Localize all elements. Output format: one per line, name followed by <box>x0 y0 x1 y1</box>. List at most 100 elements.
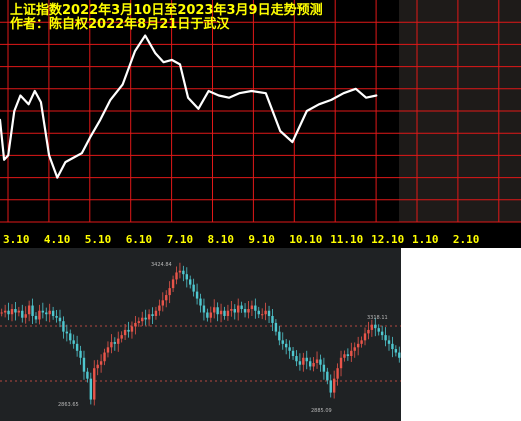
candle-body <box>189 279 192 285</box>
candle-body <box>195 291 199 299</box>
candle-body <box>79 350 82 358</box>
candle-body <box>130 326 134 332</box>
candle-body <box>93 368 96 400</box>
candle-body <box>223 310 226 316</box>
candle-body <box>165 295 168 301</box>
candle-body <box>226 310 230 316</box>
candle-body <box>99 361 103 365</box>
candle-body <box>350 350 353 357</box>
candle-body <box>329 380 332 393</box>
candle-body <box>123 329 127 336</box>
candle-body <box>260 314 264 316</box>
candle-body <box>55 315 58 318</box>
candle-body <box>38 310 41 320</box>
candle-body <box>141 317 144 322</box>
candle-body <box>72 340 75 344</box>
x-tick-label: 5.10 <box>85 233 112 246</box>
candle-body <box>332 378 336 393</box>
x-tick-label: 9.10 <box>248 233 275 246</box>
candle-body <box>326 371 329 381</box>
annotation-high: 3424.84 <box>151 262 172 268</box>
candle-body <box>110 342 113 348</box>
candle-body <box>199 298 202 306</box>
candle-body <box>175 272 178 280</box>
candle-body <box>291 350 295 357</box>
candle-body <box>343 354 346 358</box>
candle-body <box>151 314 154 316</box>
candle-body <box>346 354 350 357</box>
candle-body <box>295 356 298 362</box>
candle-body <box>209 312 212 318</box>
x-tick-label: 4.10 <box>44 233 71 246</box>
candle-body <box>312 362 315 367</box>
candle-body <box>356 343 360 348</box>
candle-body <box>243 309 247 313</box>
candle-body <box>377 328 380 332</box>
annotation-low-1: 2863.65 <box>58 402 79 408</box>
chart-title: 上证指数2022年3月10日至2023年3月9日走势预测 <box>10 2 323 18</box>
candle-body <box>267 310 271 316</box>
candle-body <box>322 364 326 372</box>
candle-body <box>219 310 223 315</box>
candle-body <box>0 312 3 314</box>
candle-body <box>75 343 79 351</box>
candle-body <box>31 305 34 316</box>
candle-body <box>319 359 322 365</box>
candle-body <box>168 288 171 296</box>
candle-body <box>120 335 123 339</box>
candle-body <box>230 309 233 311</box>
candle-body <box>213 307 216 313</box>
candle-body <box>398 352 401 358</box>
candle-body <box>281 340 284 344</box>
candle-body <box>7 310 10 315</box>
candle-body <box>51 310 55 316</box>
candle-body <box>202 305 206 313</box>
candle-body <box>336 368 339 379</box>
x-tick-label: 12.10 <box>371 233 404 246</box>
candle-body <box>144 317 147 320</box>
candle-body <box>288 347 291 351</box>
candle-body <box>10 309 14 315</box>
annotation-low-2: 2885.09 <box>311 408 332 414</box>
x-tick-label: 1.10 <box>412 233 439 246</box>
candlestick-chart-background <box>0 248 401 421</box>
candle-body <box>21 310 24 318</box>
candle-body <box>374 324 377 329</box>
candle-body <box>274 322 278 332</box>
forecast-line-chart: 上证指数2022年3月10日至2023年3月9日走势预测 作者：陈自权2022年… <box>0 0 521 248</box>
candle-body <box>391 343 394 350</box>
candle-body <box>58 317 62 322</box>
candle-body <box>250 305 254 310</box>
candle-body <box>298 361 302 365</box>
candle-body <box>48 310 51 315</box>
annotation-recent-high: 3318.11 <box>367 315 388 321</box>
candle-body <box>216 307 219 315</box>
candle-body <box>284 343 288 348</box>
candle-body <box>271 315 274 323</box>
candle-body <box>137 321 141 323</box>
candle-body <box>264 310 267 315</box>
candlestick-chart: 3424.84 2863.65 2885.09 3318.11 <box>0 248 401 421</box>
candle-body <box>367 329 370 334</box>
candle-body <box>147 314 151 320</box>
candle-body <box>69 333 72 341</box>
candle-body <box>394 349 398 353</box>
candle-body <box>41 310 45 313</box>
candle-body <box>34 315 38 320</box>
candle-body <box>305 357 308 362</box>
candle-body <box>24 314 27 318</box>
x-tick-label: 10.10 <box>289 233 322 246</box>
candle-body <box>302 357 305 365</box>
candle-body <box>45 312 48 315</box>
candle-body <box>240 305 243 310</box>
candle-body <box>96 364 99 369</box>
candle-body <box>65 331 69 334</box>
candle-body <box>254 305 257 311</box>
candle-body <box>185 274 188 280</box>
candle-body <box>171 279 175 289</box>
x-tick-label: 3.10 <box>3 233 30 246</box>
candle-body <box>257 310 260 315</box>
x-tick-label: 7.10 <box>167 233 194 246</box>
candle-body <box>308 361 312 367</box>
candle-body <box>127 329 130 332</box>
